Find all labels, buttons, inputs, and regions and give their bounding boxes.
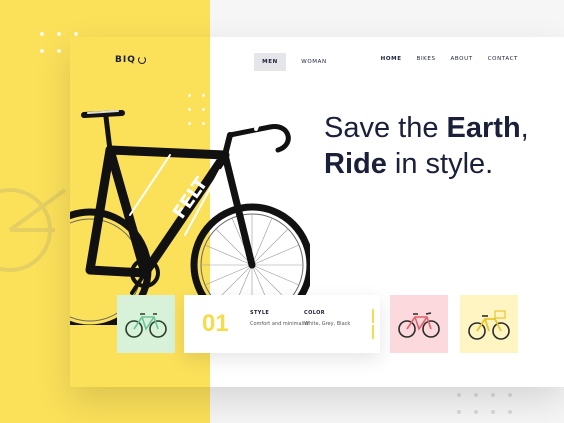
- headline-bold-earth: Earth: [446, 112, 521, 144]
- spec-style: STYLE Comfort and minimalist: [250, 309, 310, 328]
- logo-text: BIQ: [115, 55, 136, 65]
- green-bike-icon: [125, 313, 167, 338]
- headline-comma: ,: [520, 112, 529, 144]
- landing-card: BIQ MEN WOMAN HOME BIKES ABOUT CONTACT S…: [70, 37, 564, 387]
- logo-smile-icon: [137, 56, 146, 64]
- pink-bike-icon: [398, 312, 440, 338]
- nav-contact[interactable]: CONTACT: [488, 56, 518, 62]
- spec-number: 01: [202, 310, 229, 337]
- main-nav: HOME BIKES ABOUT CONTACT: [381, 56, 518, 62]
- style-value: Comfort and minimalist: [250, 321, 309, 327]
- headline-bold-ride: Ride: [324, 148, 387, 180]
- style-label: STYLE: [250, 310, 270, 316]
- hero-headline: Save the Earth, Ride in style.: [324, 110, 529, 182]
- thumbnail-yellow-bike[interactable]: [460, 295, 518, 353]
- road-bike-image: FELT: [70, 110, 310, 325]
- headline-text: Save the: [324, 112, 447, 144]
- tab-men[interactable]: MEN: [254, 53, 286, 71]
- color-label: COLOR: [304, 310, 326, 316]
- spec-color: COLOR White, Grey, Black: [304, 309, 364, 328]
- thumbnail-green-bike[interactable]: [117, 295, 175, 353]
- nav-about[interactable]: ABOUT: [451, 56, 473, 62]
- tab-woman[interactable]: WOMAN: [296, 53, 332, 71]
- nav-home[interactable]: HOME: [381, 56, 402, 62]
- yellow-bike-icon: [468, 310, 510, 340]
- thumbnail-pink-bike[interactable]: [390, 295, 448, 353]
- nav-bikes[interactable]: BIKES: [417, 56, 436, 62]
- pager-indicator[interactable]: [368, 307, 378, 339]
- specs-card: 01 STYLE Comfort and minimalist COLOR Wh…: [184, 295, 380, 353]
- brand-logo[interactable]: BIQ: [115, 55, 146, 65]
- dot-grid-right: [457, 393, 512, 414]
- headline-text-2: in style.: [386, 148, 494, 180]
- color-value: White, Grey, Black: [304, 321, 351, 327]
